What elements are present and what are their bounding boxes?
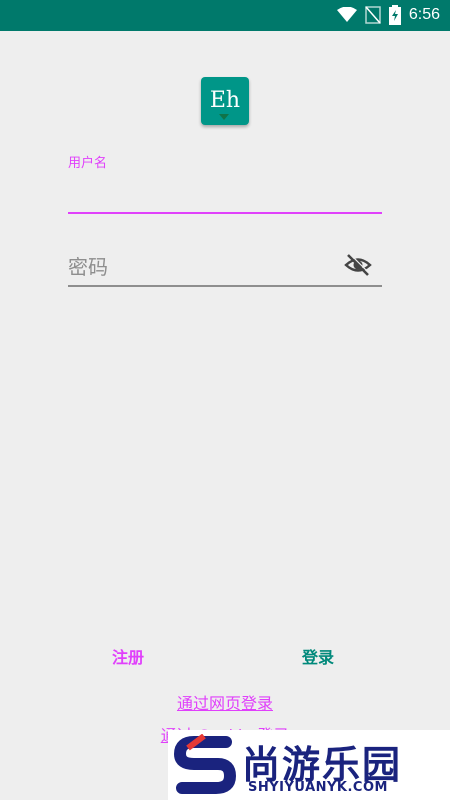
wifi-icon: [336, 7, 357, 22]
login-button[interactable]: 登录: [292, 640, 344, 672]
status-time: 6:56: [408, 6, 440, 23]
app-logo: Eh: [201, 77, 249, 125]
watermark-en: SHYIYUANYK.COM: [248, 780, 388, 795]
web-login-link[interactable]: 通过网页登录: [0, 690, 450, 714]
status-icons: 6:56: [336, 5, 440, 25]
eye-off-icon[interactable]: [344, 253, 372, 277]
logo-text: Eh: [209, 87, 241, 113]
watermark-banner: 尚游乐园 SHYIYUANYK.COM: [168, 730, 450, 800]
status-bar: 6:56: [0, 0, 450, 31]
signal-off-icon: [365, 6, 381, 24]
username-label: 用户名: [68, 156, 108, 171]
watermark-logo-icon: [174, 734, 237, 794]
register-button[interactable]: 注册: [102, 640, 154, 672]
password-placeholder: 密码: [68, 255, 108, 279]
username-input[interactable]: [68, 172, 382, 214]
logo-triangle: [219, 114, 229, 120]
password-input[interactable]: 密码: [68, 245, 382, 287]
battery-charging-icon: [388, 5, 401, 25]
